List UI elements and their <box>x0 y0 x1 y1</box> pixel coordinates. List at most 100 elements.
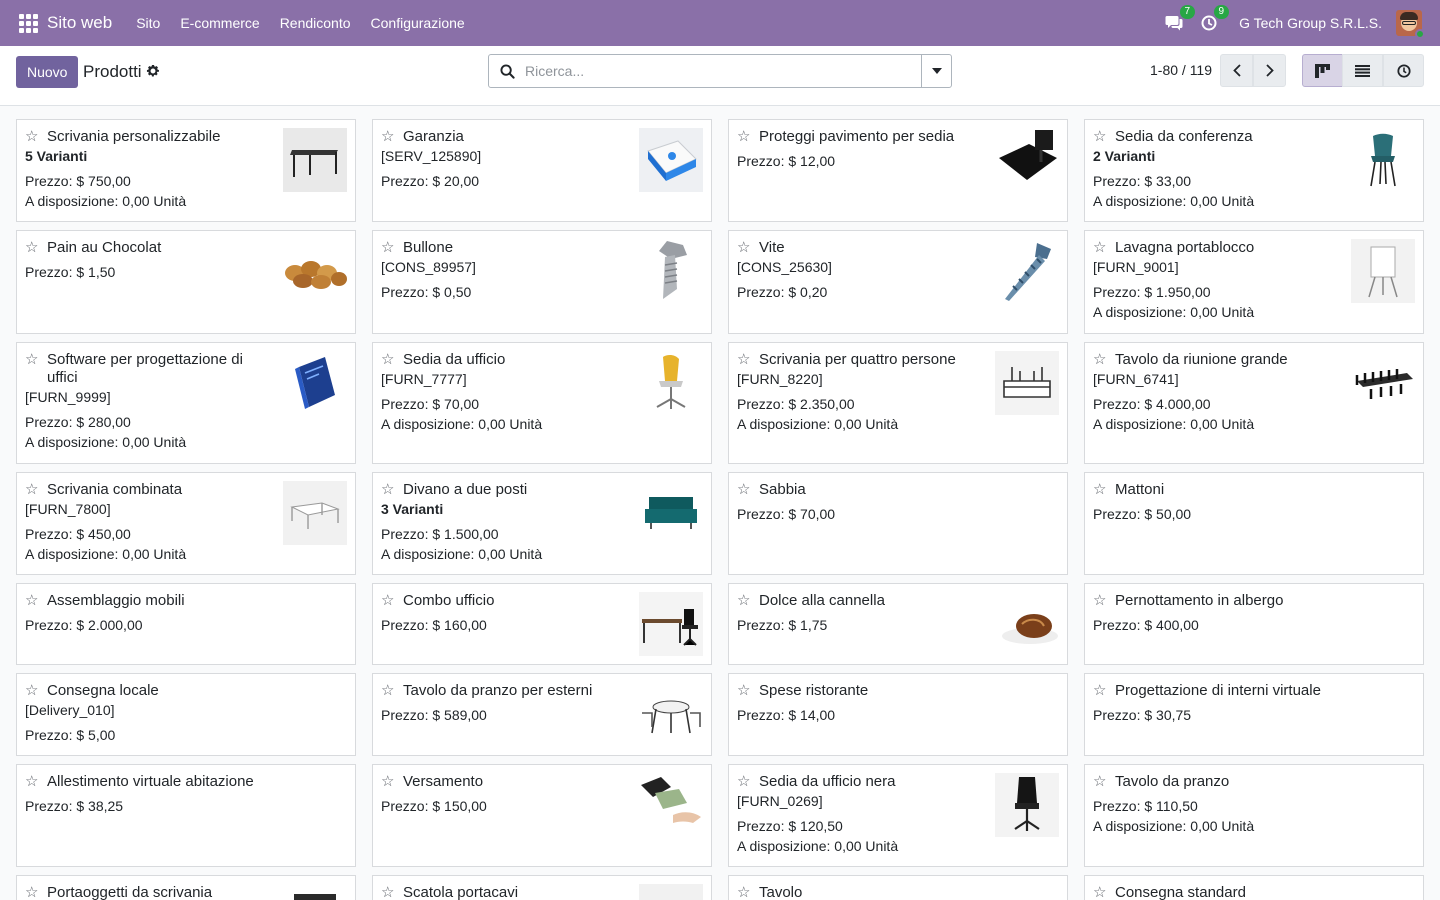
activities-button[interactable]: 9 <box>1201 5 1230 31</box>
kanban-view-button[interactable] <box>1302 54 1343 87</box>
product-card[interactable]: ☆ Garanzia [SERV_125890] Prezzo: $ 20,00 <box>372 119 712 222</box>
list-view-button[interactable] <box>1342 54 1383 87</box>
favorite-star-icon[interactable]: ☆ <box>1093 239 1106 257</box>
product-card[interactable]: ☆ Scrivania combinata [FURN_7800] Prezzo… <box>16 472 356 575</box>
messages-count-badge: 7 <box>1179 5 1196 19</box>
menu-item-sito[interactable]: Sito <box>126 15 170 31</box>
product-name: Tavolo da pranzo <box>1115 773 1230 790</box>
product-card[interactable]: ☆ Sedia da conferenza 2 Varianti Prezzo:… <box>1084 119 1424 222</box>
user-avatar[interactable] <box>1396 10 1425 39</box>
product-card[interactable]: ☆ Lavagna portablocco [FURN_9001] Prezzo… <box>1084 230 1424 334</box>
product-card[interactable]: ☆ Tavolo <box>728 875 1068 900</box>
favorite-star-icon[interactable]: ☆ <box>1093 592 1106 610</box>
product-card[interactable]: ☆ Divano a due posti 3 Varianti Prezzo: … <box>372 472 712 575</box>
product-card[interactable]: ☆ Progettazione di interni virtuale Prez… <box>1084 673 1424 756</box>
new-button[interactable]: Nuovo <box>16 56 79 88</box>
product-image-chair-black <box>995 773 1059 837</box>
product-card[interactable]: ☆ Consegna standard <box>1084 875 1424 900</box>
search-input[interactable] <box>525 56 921 86</box>
product-card[interactable]: ☆ Mattoni Prezzo: $ 50,00 <box>1084 472 1424 575</box>
product-card[interactable]: ☆ Scatola portacavi <box>372 875 712 900</box>
favorite-star-icon[interactable]: ☆ <box>737 239 750 257</box>
search-options-toggle[interactable] <box>921 55 951 87</box>
favorite-star-icon[interactable]: ☆ <box>25 351 38 369</box>
favorite-star-icon[interactable]: ☆ <box>381 682 394 700</box>
product-price: Prezzo: $ 30,75 <box>1093 707 1192 723</box>
product-card[interactable]: ☆ Assemblaggio mobili Prezzo: $ 2.000,00 <box>16 583 356 665</box>
product-card[interactable]: ☆ Scrivania per quattro persone [FURN_82… <box>728 342 1068 464</box>
online-status-icon <box>1415 29 1425 39</box>
search-bar <box>488 54 952 88</box>
product-card[interactable]: ☆ Consegna locale [Delivery_010] Prezzo:… <box>16 673 356 756</box>
product-card[interactable]: ☆ Proteggi pavimento per sedia Prezzo: $… <box>728 119 1068 222</box>
product-card[interactable]: ☆ Spese ristorante Prezzo: $ 14,00 <box>728 673 1068 756</box>
favorite-star-icon[interactable]: ☆ <box>737 773 750 791</box>
favorite-star-icon[interactable]: ☆ <box>25 682 38 700</box>
favorite-star-icon[interactable]: ☆ <box>1093 351 1106 369</box>
product-stock: A disposizione: 0,00 Unità <box>1093 416 1255 432</box>
product-price: Prezzo: $ 400,00 <box>1093 617 1199 633</box>
messages-button[interactable]: 7 <box>1165 5 1196 31</box>
clock-icon <box>1201 15 1217 31</box>
product-card[interactable]: ☆ Pain au Chocolat Prezzo: $ 1,50 <box>16 230 356 334</box>
product-card[interactable]: ☆ Pernottamento in albergo Prezzo: $ 400… <box>1084 583 1424 665</box>
product-image-mat <box>995 128 1059 192</box>
favorite-star-icon[interactable]: ☆ <box>25 128 38 146</box>
gear-icon[interactable] <box>146 64 160 82</box>
menu-item-rendiconto[interactable]: Rendiconto <box>270 15 361 31</box>
favorite-star-icon[interactable]: ☆ <box>25 481 38 499</box>
favorite-star-icon[interactable]: ☆ <box>381 351 394 369</box>
favorite-star-icon[interactable]: ☆ <box>381 239 394 257</box>
favorite-star-icon[interactable]: ☆ <box>1093 884 1106 900</box>
pager-next-button[interactable] <box>1253 54 1286 87</box>
product-card[interactable]: ☆ Versamento Prezzo: $ 150,00 <box>372 764 712 867</box>
product-card[interactable]: ☆ Tavolo da pranzo Prezzo: $ 110,50 A di… <box>1084 764 1424 867</box>
favorite-star-icon[interactable]: ☆ <box>381 128 394 146</box>
favorite-star-icon[interactable]: ☆ <box>25 239 38 257</box>
product-card[interactable]: ☆ Dolce alla cannella Prezzo: $ 1,75 <box>728 583 1068 665</box>
favorite-star-icon[interactable]: ☆ <box>381 592 394 610</box>
favorite-star-icon[interactable]: ☆ <box>381 481 394 499</box>
favorite-star-icon[interactable]: ☆ <box>1093 128 1106 146</box>
kanban-icon <box>1315 63 1330 78</box>
product-card[interactable]: ☆ Combo ufficio Prezzo: $ 160,00 <box>372 583 712 665</box>
favorite-star-icon[interactable]: ☆ <box>737 128 750 146</box>
product-card[interactable]: ☆ Bullone [CONS_89957] Prezzo: $ 0,50 <box>372 230 712 334</box>
product-card[interactable]: ☆ Tavolo da pranzo per esterni Prezzo: $… <box>372 673 712 756</box>
pager-value[interactable]: 1-80 / 119 <box>1150 62 1212 78</box>
apps-menu-icon[interactable] <box>16 11 40 35</box>
favorite-star-icon[interactable]: ☆ <box>25 884 38 900</box>
app-name[interactable]: Sito web <box>47 13 112 33</box>
favorite-star-icon[interactable]: ☆ <box>737 592 750 610</box>
product-card[interactable]: ☆ Scrivania personalizzabile 5 Varianti … <box>16 119 356 222</box>
favorite-star-icon[interactable]: ☆ <box>1093 481 1106 499</box>
favorite-star-icon[interactable]: ☆ <box>737 351 750 369</box>
product-image-office-combo <box>639 592 703 656</box>
favorite-star-icon[interactable]: ☆ <box>737 682 750 700</box>
product-card[interactable]: ☆ Sedia da ufficio [FURN_7777] Prezzo: $… <box>372 342 712 464</box>
favorite-star-icon[interactable]: ☆ <box>381 773 394 791</box>
favorite-star-icon[interactable]: ☆ <box>737 481 750 499</box>
product-name: Mattoni <box>1115 481 1165 498</box>
favorite-star-icon[interactable]: ☆ <box>25 773 38 791</box>
product-card[interactable]: ☆ Vite [CONS_25630] Prezzo: $ 0,20 <box>728 230 1068 334</box>
menu-item-ecommerce[interactable]: E-commerce <box>170 15 269 31</box>
product-card[interactable]: ☆ Sedia da ufficio nera [FURN_0269] Prez… <box>728 764 1068 867</box>
product-image-cinnamon <box>995 592 1059 656</box>
menu-item-configurazione[interactable]: Configurazione <box>361 15 475 31</box>
product-card[interactable]: ☆ Sabbia Prezzo: $ 70,00 <box>728 472 1068 575</box>
company-switcher[interactable]: G Tech Group S.R.L.S. <box>1239 15 1382 31</box>
favorite-star-icon[interactable]: ☆ <box>1093 773 1106 791</box>
favorite-star-icon[interactable]: ☆ <box>1093 682 1106 700</box>
product-image-chair-yellow <box>639 351 703 415</box>
product-stock: A disposizione: 0,00 Unità <box>1093 193 1255 209</box>
product-card[interactable]: ☆ Portaoggetti da scrivania <box>16 875 356 900</box>
product-card[interactable]: ☆ Allestimento virtuale abitazione Prezz… <box>16 764 356 867</box>
favorite-star-icon[interactable]: ☆ <box>737 884 750 900</box>
pager-previous-button[interactable] <box>1220 54 1253 87</box>
activity-view-button[interactable] <box>1383 54 1424 87</box>
favorite-star-icon[interactable]: ☆ <box>25 592 38 610</box>
product-card[interactable]: ☆ Tavolo da riunione grande [FURN_6741] … <box>1084 342 1424 464</box>
product-card[interactable]: ☆ Software per progettazione di uffici [… <box>16 342 356 464</box>
favorite-star-icon[interactable]: ☆ <box>381 884 394 900</box>
